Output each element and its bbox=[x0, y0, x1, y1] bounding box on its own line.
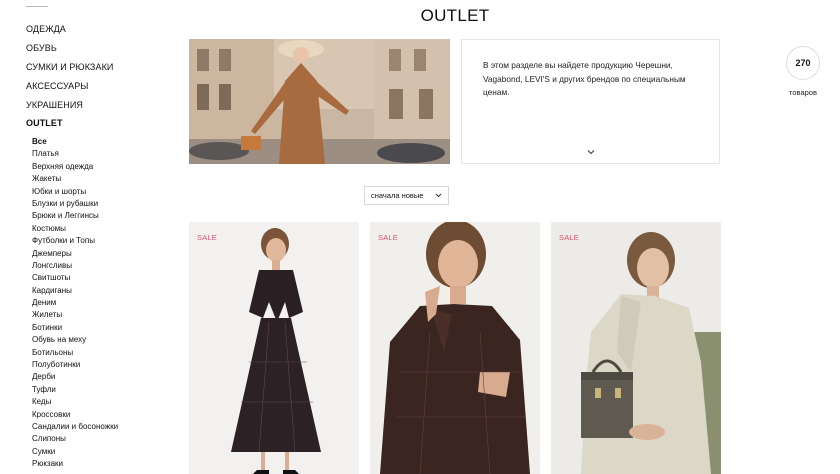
sale-badge: SALE bbox=[197, 233, 217, 242]
outlet-info-panel: В этом разделе вы найдете продукцию Чере… bbox=[461, 39, 720, 164]
subcategory-item[interactable]: Полуботинки bbox=[32, 359, 118, 371]
hero-banner-image bbox=[189, 39, 450, 164]
subcategory-item[interactable]: Кардиганы bbox=[32, 285, 118, 297]
subcategory-item[interactable]: Все bbox=[32, 136, 118, 148]
subcategory-item[interactable]: Жилеты bbox=[32, 309, 118, 321]
sidebar-category-jewelry[interactable]: УКРАШЕНИЯ bbox=[26, 100, 83, 110]
subcategory-item[interactable]: Платья bbox=[32, 148, 118, 160]
subcategory-item[interactable]: Кеды bbox=[32, 396, 118, 408]
page-title: OUTLET bbox=[420, 6, 490, 25]
subcategory-item[interactable]: Кроссовки bbox=[32, 409, 118, 421]
product-count-label: товаров bbox=[789, 88, 817, 97]
sidebar-category-shoes[interactable]: ОБУВЬ bbox=[26, 43, 57, 53]
subcategory-item[interactable]: Обувь на меху bbox=[32, 334, 118, 346]
subcategory-item[interactable]: Сандалии и босоножки bbox=[32, 421, 118, 433]
subcategory-item[interactable]: Дерби bbox=[32, 371, 118, 383]
sidebar-category-outlet[interactable]: OUTLET bbox=[26, 118, 63, 128]
product-image bbox=[370, 222, 540, 474]
subcategory-item[interactable]: Слипоны bbox=[32, 433, 118, 445]
subcategory-list: Все Платья Верхняя одежда Жакеты Юбки и … bbox=[32, 136, 118, 471]
subcategory-item[interactable]: Блузки и рубашки bbox=[32, 198, 118, 210]
chevron-down-icon[interactable] bbox=[586, 148, 596, 156]
subcategory-item[interactable]: Джемперы bbox=[32, 248, 118, 260]
subcategory-item[interactable]: Костюмы bbox=[32, 223, 118, 235]
product-card[interactable]: SALE bbox=[189, 222, 359, 474]
subcategory-item[interactable]: Свитшоты bbox=[32, 272, 118, 284]
subcategory-item[interactable]: Футболки и Топы bbox=[32, 235, 118, 247]
sidebar-category-accessories[interactable]: АКСЕССУАРЫ bbox=[26, 81, 88, 91]
sale-badge: SALE bbox=[559, 233, 579, 242]
outlet-description: В этом разделе вы найдете продукцию Чере… bbox=[483, 60, 686, 97]
subcategory-item[interactable]: Ботинки bbox=[32, 322, 118, 334]
subcategory-item[interactable]: Сумки bbox=[32, 446, 118, 458]
product-card[interactable]: SALE bbox=[370, 222, 540, 474]
subcategory-item[interactable]: Верхняя одежда bbox=[32, 161, 118, 173]
product-image bbox=[551, 222, 721, 474]
product-count-badge: 270 bbox=[786, 46, 820, 80]
sidebar-category-bags[interactable]: СУМКИ И РЮКЗАКИ bbox=[26, 62, 113, 72]
subcategory-item[interactable]: Юбки и шорты bbox=[32, 186, 118, 198]
product-count: 270 bbox=[795, 58, 811, 68]
subcategory-item[interactable]: Жакеты bbox=[32, 173, 118, 185]
sort-select[interactable]: сначала новые bbox=[364, 186, 449, 205]
subcategory-item[interactable]: Брюки и Леггинсы bbox=[32, 210, 118, 222]
product-card[interactable]: SALE bbox=[551, 222, 721, 474]
subcategory-item[interactable]: Деним bbox=[32, 297, 118, 309]
dropdown-arrow-icon bbox=[435, 192, 442, 198]
subcategory-item[interactable]: Туфли bbox=[32, 384, 118, 396]
product-image bbox=[189, 222, 359, 474]
subcategory-item[interactable]: Ботильоны bbox=[32, 347, 118, 359]
sale-badge: SALE bbox=[378, 233, 398, 242]
subcategory-item[interactable]: Лонгсливы bbox=[32, 260, 118, 272]
subcategory-item[interactable]: Рюкзаки bbox=[32, 458, 118, 470]
sort-selected-value: сначала новые bbox=[371, 191, 424, 200]
